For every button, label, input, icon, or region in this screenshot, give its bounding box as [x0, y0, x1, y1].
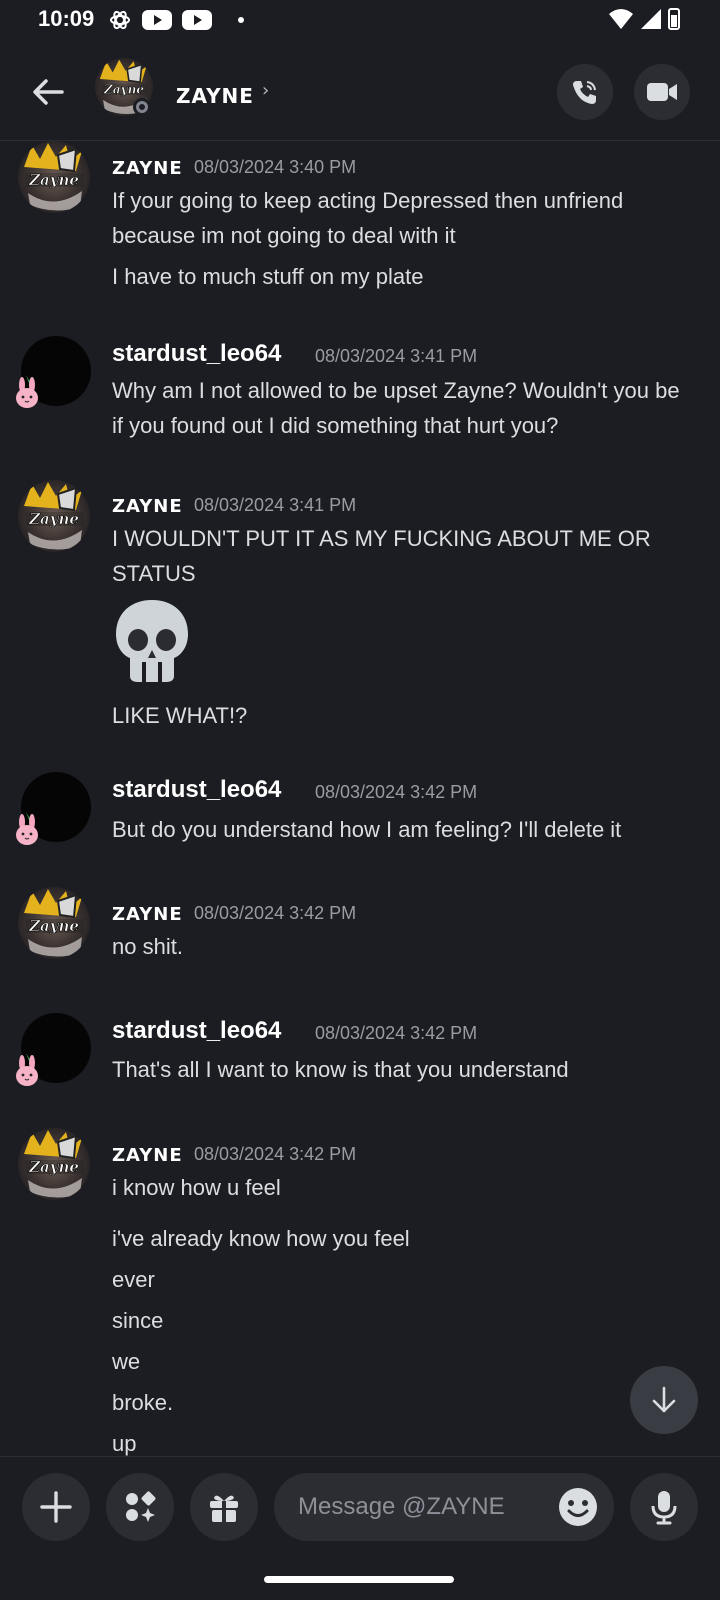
avatar[interactable]: [18, 141, 90, 213]
youtube-icon: [142, 10, 172, 30]
signal-icon: [641, 9, 661, 29]
video-camera-icon: [647, 83, 677, 101]
message-line: i've already know how you feel: [112, 1226, 410, 1251]
message-text[interactable]: Why am I not allowed to be upset Zayne? …: [112, 373, 702, 443]
arrow-left-icon: [33, 79, 64, 105]
message-text[interactable]: i know how u feel: [112, 1170, 702, 1205]
message-author[interactable]: ZAYNE: [112, 496, 183, 517]
message-line: STATUS: [112, 561, 196, 586]
message-line: broke.: [112, 1390, 174, 1415]
avatar[interactable]: [18, 1128, 90, 1200]
message-timestamp: 08/03/2024 3:42 PM: [194, 903, 357, 923]
message-author[interactable]: ZAYNE: [112, 904, 183, 925]
message-author[interactable]: ZAYNE: [112, 158, 183, 179]
chevron-right-icon[interactable]: ›: [262, 80, 269, 101]
message-timestamp: 08/03/2024 3:40 PM: [194, 157, 357, 177]
message-text[interactable]: LIKE WHAT!?: [112, 698, 702, 733]
message-timestamp: 08/03/2024 3:42 PM: [315, 1023, 478, 1043]
arrow-down-icon: [652, 1386, 676, 1413]
avatar[interactable]: [18, 887, 90, 959]
message-text[interactable]: no shit.: [112, 929, 702, 964]
home-indicator[interactable]: [264, 1576, 454, 1583]
video-call-button[interactable]: [634, 64, 690, 120]
message-line: Why am I not allowed to be upset Zayne? …: [112, 378, 680, 403]
message-text[interactable]: I WOULDN'T PUT IT AS MY FUCKING ABOUT ME…: [112, 521, 702, 591]
gift-icon: [210, 1495, 238, 1522]
back-button[interactable]: [28, 72, 68, 112]
youtube-icon: [182, 10, 212, 30]
message-text[interactable]: That's all I want to know is that you un…: [112, 1052, 702, 1087]
dm-header: ZAYNE ›: [0, 44, 720, 141]
message-text[interactable]: If your going to keep acting Depressed t…: [112, 183, 702, 253]
bunny-decoration-icon: [12, 1051, 42, 1087]
gift-button[interactable]: [190, 1473, 258, 1541]
bunny-decoration-icon: [12, 373, 42, 409]
message-line: I WOULDN'T PUT IT AS MY FUCKING ABOUT ME…: [112, 526, 651, 551]
message-author[interactable]: stardust_leo64: [112, 340, 281, 368]
voice-call-button[interactable]: [557, 64, 613, 120]
status-notification-icons: [108, 8, 244, 32]
message-author[interactable]: stardust_leo64: [112, 1017, 281, 1045]
message-line: If your going to keep acting Depressed t…: [112, 188, 624, 213]
message-line: we: [112, 1349, 141, 1374]
message-input[interactable]: Message @ZAYNE: [274, 1473, 614, 1541]
wifi-icon: [609, 9, 633, 29]
message-line: since: [112, 1308, 164, 1333]
avatar[interactable]: [18, 480, 90, 552]
apps-button[interactable]: [106, 1473, 174, 1541]
battery-icon: [668, 8, 680, 30]
message-timestamp: 08/03/2024 3:42 PM: [194, 1144, 357, 1164]
message-line: because im not going to deal with it: [112, 223, 456, 248]
voice-message-button[interactable]: [630, 1473, 698, 1541]
add-attachment-button[interactable]: [22, 1473, 90, 1541]
status-time: 10:09: [38, 6, 95, 31]
apps-icon: [126, 1491, 156, 1522]
message-line: if you found out I did something that hu…: [112, 413, 559, 438]
status-bar: 10:09: [0, 0, 720, 44]
page-title[interactable]: ZAYNE: [176, 84, 254, 108]
message-line: ever: [112, 1267, 155, 1292]
skull-emoji-icon[interactable]: [112, 596, 192, 684]
message-text[interactable]: But do you understand how I am feeling? …: [112, 812, 702, 847]
message-timestamp: 08/03/2024 3:41 PM: [315, 346, 478, 366]
message-timestamp: 08/03/2024 3:41 PM: [194, 495, 357, 515]
jump-to-present-button[interactable]: [630, 1366, 698, 1434]
smile-icon[interactable]: [558, 1487, 598, 1527]
status-system-icons: [608, 8, 680, 30]
message-text[interactable]: i've already know how you feel ever sinc…: [112, 1218, 702, 1464]
message-author[interactable]: ZAYNE: [112, 1145, 183, 1166]
offline-status-icon: [133, 98, 151, 116]
notification-dot-icon: [238, 17, 244, 23]
message-author[interactable]: stardust_leo64: [112, 776, 281, 804]
phone-call-icon: [573, 81, 596, 104]
message-timestamp: 08/03/2024 3:42 PM: [315, 782, 478, 802]
bunny-decoration-icon: [12, 810, 42, 846]
plus-icon: [40, 1491, 72, 1523]
openai-icon: [110, 10, 130, 30]
message-text[interactable]: I have to much stuff on my plate: [112, 259, 702, 294]
message-placeholder: Message @ZAYNE: [298, 1493, 505, 1520]
microphone-icon: [651, 1491, 677, 1525]
message-composer: Message @ZAYNE: [0, 1456, 720, 1557]
